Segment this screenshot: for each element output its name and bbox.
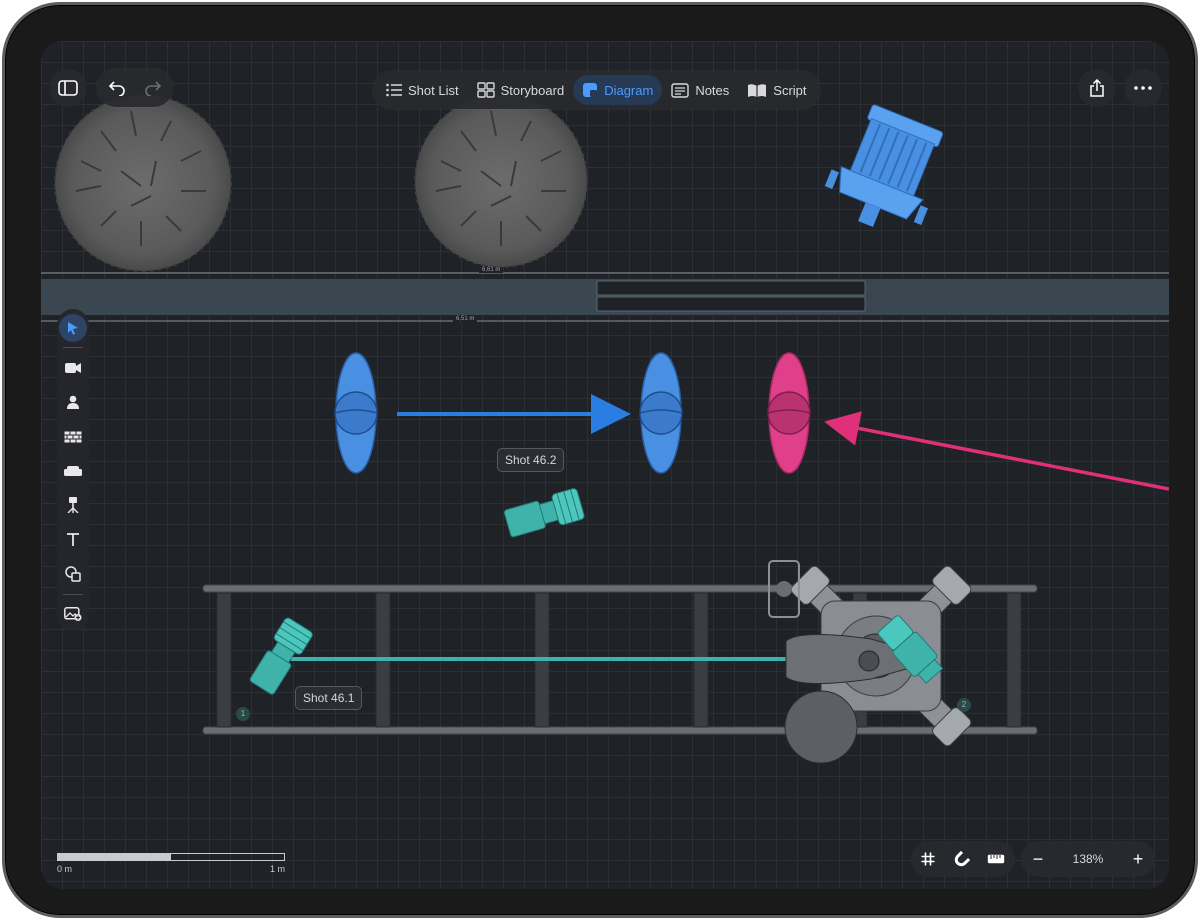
undo-icon <box>108 81 125 96</box>
tool-separator <box>63 347 83 349</box>
actor-blue-end[interactable] <box>639 352 683 474</box>
tab-label: Storyboard <box>500 82 565 98</box>
scale-bar: 0 m 1 m <box>57 853 285 874</box>
camera-shot-46-2[interactable] <box>503 488 585 540</box>
light-stand-icon <box>67 497 79 514</box>
wall-tool[interactable] <box>57 419 89 453</box>
person-icon <box>67 395 79 410</box>
zoom-out-button[interactable]: − <box>1021 841 1055 877</box>
bush-left[interactable] <box>54 94 232 272</box>
ruler-icon <box>987 854 1005 864</box>
text-icon <box>67 532 79 546</box>
snap-toggle-button[interactable] <box>945 841 979 877</box>
shot-label-46-1[interactable]: Shot 46.1 <box>295 686 363 710</box>
camera-icon <box>65 362 81 373</box>
sidebar-icon <box>58 80 78 96</box>
app-screen: 6,61 m 6,51 m Shot 46.2 Shot 46.1 1 2 Sh… <box>41 41 1169 889</box>
text-tool[interactable] <box>57 523 89 557</box>
diagram-icon <box>583 83 598 97</box>
tab-label: Shot List <box>408 82 459 98</box>
view-tabs: Shot List Storyboard Diagram Notes Scrip… <box>373 71 820 109</box>
shot-label-46-2[interactable]: Shot 46.2 <box>497 448 565 472</box>
dimension-label-bottom: 6,51 m <box>453 316 478 322</box>
camera-position-badge-1[interactable]: 1 <box>236 707 250 721</box>
actor-blue-start[interactable] <box>334 352 378 474</box>
tab-shot-list[interactable]: Shot List <box>377 75 468 105</box>
canvas-options-group <box>911 841 1015 877</box>
movement-arrow-pink[interactable] <box>824 411 1169 491</box>
redo-button[interactable] <box>135 70 171 106</box>
magnet-icon <box>954 851 970 867</box>
more-options-button[interactable] <box>1124 69 1162 107</box>
sofa-icon <box>64 465 82 476</box>
tool-palette <box>57 309 89 631</box>
tool-separator <box>63 593 83 595</box>
zoom-level[interactable]: 138% <box>1055 852 1121 866</box>
camera-position-badge-2[interactable]: 2 <box>957 698 971 712</box>
scale-end-label: 1 m <box>269 864 285 874</box>
book-icon <box>748 83 767 97</box>
share-icon <box>1090 79 1104 97</box>
shapes-tool[interactable] <box>57 557 89 591</box>
zoom-in-button[interactable]: + <box>1121 841 1155 877</box>
tab-label: Script <box>773 82 807 98</box>
list-icon <box>386 83 402 97</box>
shapes-icon <box>65 566 81 583</box>
dimension-label-top: 6,61 m <box>479 267 504 273</box>
camera-shot-46-1[interactable] <box>247 617 313 697</box>
ellipsis-icon <box>1134 86 1152 90</box>
dolly-machine[interactable] <box>723 498 1040 815</box>
select-arrow-icon <box>68 322 78 335</box>
tab-storyboard[interactable]: Storyboard <box>468 75 574 105</box>
tablet-frame: 6,61 m 6,51 m Shot 46.2 Shot 46.1 1 2 Sh… <box>2 2 1198 918</box>
diagram-canvas[interactable] <box>41 41 1169 889</box>
grid-toggle-button[interactable] <box>911 841 945 877</box>
add-image-icon <box>64 606 82 621</box>
actor-pink[interactable] <box>767 352 811 474</box>
zoom-controls: − 138% + <box>1021 841 1155 877</box>
grid-hash-icon <box>921 852 935 866</box>
storyboard-grid-icon <box>476 82 495 98</box>
measure-toggle-button[interactable] <box>979 841 1013 877</box>
undo-redo-group <box>97 69 173 107</box>
tab-diagram[interactable]: Diagram <box>573 75 663 105</box>
bush-center[interactable] <box>414 94 588 268</box>
furniture-tool[interactable] <box>57 454 89 488</box>
undo-button[interactable] <box>99 70 135 106</box>
notes-icon <box>671 82 690 98</box>
lighting-tool[interactable] <box>57 488 89 522</box>
sidebar-toggle-button[interactable] <box>49 69 87 107</box>
tab-script[interactable]: Script <box>738 75 815 105</box>
light-fixture[interactable] <box>817 99 956 244</box>
camera-tool[interactable] <box>57 350 89 384</box>
scale-start-label: 0 m <box>57 864 73 874</box>
actor-tool[interactable] <box>57 385 89 419</box>
share-button[interactable] <box>1078 69 1116 107</box>
wall-icon <box>64 430 82 443</box>
tab-label: Notes <box>695 82 730 98</box>
tab-label: Diagram <box>604 82 654 98</box>
redo-icon <box>145 81 162 96</box>
select-tool[interactable] <box>57 311 89 345</box>
add-image-tool[interactable] <box>57 597 89 631</box>
tab-notes[interactable]: Notes <box>662 75 738 105</box>
